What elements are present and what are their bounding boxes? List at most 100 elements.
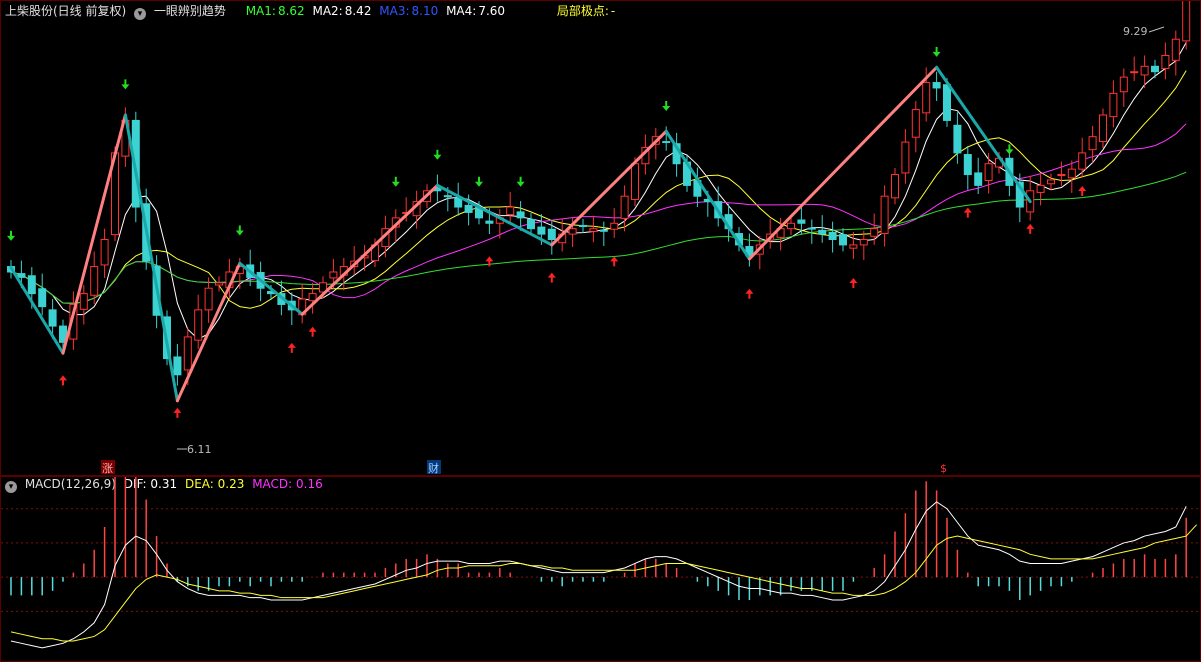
candle-body: [631, 163, 639, 200]
candle-body: [1067, 168, 1076, 179]
candle-body: [1036, 184, 1045, 193]
zigzag-segment: [435, 183, 554, 247]
candle-body: [974, 172, 983, 186]
candle-body: [859, 239, 868, 246]
candle-body: [1119, 76, 1128, 93]
candle-body: [1078, 152, 1087, 170]
up-arrow-icon: [610, 256, 619, 267]
down-arrow-icon: [235, 225, 244, 236]
candle-body: [849, 244, 858, 249]
candle-body: [1109, 92, 1118, 118]
up-arrow-icon: [59, 375, 67, 386]
down-arrow-icon: [662, 101, 671, 112]
candle-body: [599, 229, 608, 232]
down-arrow-icon: [475, 176, 483, 187]
candle-body: [48, 309, 57, 327]
up-arrow-icon: [308, 326, 317, 337]
candle-body: [454, 197, 463, 208]
up-arrow-icon: [287, 342, 296, 353]
candle-body: [1057, 174, 1066, 177]
candle-body: [579, 224, 587, 228]
candle-body: [1161, 54, 1170, 69]
dif-line: [10, 501, 1187, 649]
price-panel[interactable]: 上柴股份(日线 前复权) ▾ 一眼辨别趋势 MA1: 8.62 MA2: 8.42 …: [0, 0, 1201, 476]
down-arrow-icon: [121, 79, 130, 90]
ma5-line: [10, 42, 1187, 340]
candle-body: [662, 141, 671, 144]
candle-body: [828, 231, 837, 240]
candle-body: [891, 174, 899, 199]
up-arrow-icon: [547, 272, 556, 283]
candle-body: [215, 282, 223, 286]
candle-body: [911, 109, 920, 138]
candle-body: [537, 226, 546, 235]
candle-body: [464, 204, 473, 213]
event-marker-s: $: [940, 462, 947, 475]
candle-body: [953, 124, 962, 154]
candle-body: [308, 293, 317, 302]
candle-body: [90, 266, 99, 296]
candle-body: [1088, 136, 1097, 151]
down-arrow-icon: [391, 176, 400, 187]
candle-body: [1182, 1, 1191, 42]
macd-chart[interactable]: [1, 477, 1200, 661]
up-arrow-icon: [173, 407, 182, 418]
down-arrow-icon: [932, 46, 941, 57]
candle-body: [1171, 38, 1180, 61]
candle-body: [1130, 71, 1139, 74]
candle-body: [932, 82, 941, 89]
candle-body: [485, 220, 494, 224]
candle-body: [527, 218, 535, 230]
down-arrow-icon: [433, 149, 442, 160]
candle-body: [329, 271, 338, 279]
ma60-line: [10, 171, 1187, 304]
down-arrow-icon: [516, 176, 525, 187]
up-arrow-icon: [1078, 185, 1087, 196]
candle-body: [984, 163, 993, 182]
candle-body: [880, 195, 889, 235]
dea-line: [10, 524, 1197, 642]
ma10-line: [10, 70, 1187, 309]
price-chart[interactable]: 9.29 6.11 涨 财 $: [1, 1, 1200, 475]
candle-body: [1140, 65, 1149, 76]
up-arrow-icon: [849, 277, 858, 288]
candle-body: [610, 222, 619, 230]
candle-body: [818, 229, 827, 235]
candle-body: [27, 275, 36, 295]
candle-body: [516, 211, 525, 219]
zigzag-segment: [300, 183, 439, 316]
macd-lines: [10, 501, 1197, 649]
max-price-leader: [1148, 26, 1165, 33]
candle-body: [1151, 65, 1159, 73]
candle-body: [568, 228, 577, 235]
candle-body: [79, 293, 88, 310]
candle-body: [807, 227, 816, 230]
candle-body: [183, 336, 192, 371]
up-arrow-icon: [1026, 223, 1035, 234]
candle-body: [589, 228, 598, 232]
candle-body: [922, 82, 931, 114]
up-arrow-icon: [745, 288, 754, 299]
candle-body: [194, 309, 203, 341]
down-arrow-icon: [1005, 144, 1014, 155]
candle-body: [963, 154, 972, 176]
event-marker-up: 涨: [102, 462, 113, 475]
zigzag-segment: [935, 65, 1032, 204]
candle-body: [787, 222, 795, 230]
candle-body: [839, 234, 847, 246]
up-arrow-icon: [963, 207, 972, 218]
candle-body: [1099, 114, 1107, 143]
candle-body: [506, 206, 515, 216]
candle-body: [173, 356, 182, 376]
candle-body: [547, 228, 556, 240]
candle-body: [100, 239, 109, 266]
candle-body: [204, 287, 213, 311]
candle-body: [443, 195, 452, 198]
candles: [7, 1, 1191, 386]
max-price-label: 9.29: [1123, 25, 1148, 38]
candle-body: [38, 288, 47, 308]
candle-body: [1047, 179, 1055, 185]
macd-panel[interactable]: ▾ MACD(12,26,9) DIF: 0.31 DEA: 0.23 MACD…: [0, 476, 1201, 662]
candle-body: [17, 273, 26, 278]
candle-body: [620, 195, 629, 219]
